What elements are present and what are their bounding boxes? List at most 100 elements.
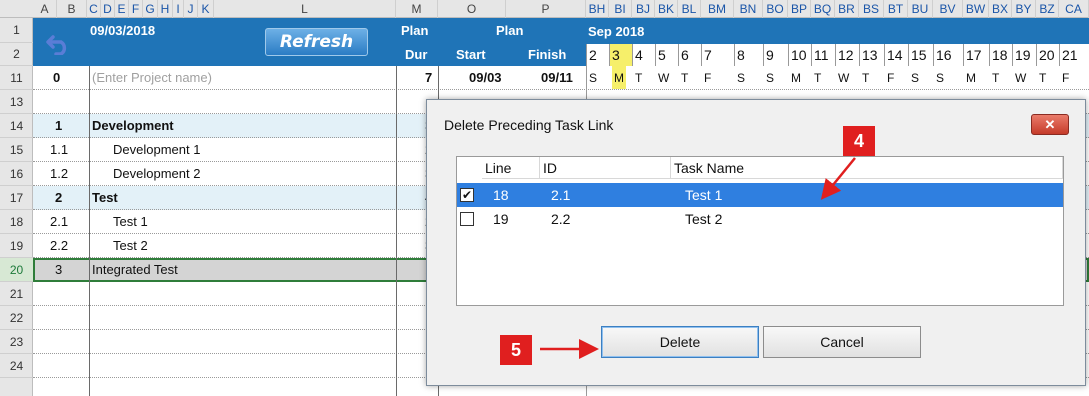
column-header[interactable]: H: [158, 0, 173, 18]
column-header[interactable]: BV: [933, 0, 963, 18]
column-header[interactable]: CA: [1059, 0, 1089, 18]
day-cell: 17: [963, 44, 989, 66]
column-header[interactable]: BI: [609, 0, 632, 18]
checkbox-checked[interactable]: ✔: [460, 188, 474, 202]
day-cell: 13: [859, 44, 884, 66]
task-name[interactable]: Integrated Test: [92, 260, 392, 280]
day-letter: T: [814, 71, 822, 85]
row-header[interactable]: 19: [0, 234, 33, 258]
column-header[interactable]: D: [101, 0, 115, 18]
list-header-id[interactable]: ID: [540, 157, 671, 179]
day-letter: T: [992, 71, 1000, 85]
list-line: 18: [493, 187, 509, 203]
row-header[interactable]: 22: [0, 306, 33, 330]
plan-label: Plan: [496, 23, 524, 38]
row-header[interactable]: 13: [0, 90, 33, 114]
column-header[interactable]: BU: [908, 0, 933, 18]
list-item-selected[interactable]: ✔ 18 2.1 Test 1: [457, 183, 1063, 207]
task-name[interactable]: Test 2: [113, 234, 413, 257]
row-header[interactable]: 21: [0, 282, 33, 306]
plan-dur-label-bottom: Dur: [405, 47, 428, 62]
task-name[interactable]: Test 1: [113, 210, 413, 233]
row-header-selected[interactable]: 20: [0, 258, 33, 282]
column-header[interactable]: BR: [835, 0, 859, 18]
column-header[interactable]: BQ: [811, 0, 835, 18]
column-header[interactable]: BX: [989, 0, 1012, 18]
row-header[interactable]: 1: [0, 18, 33, 43]
column-header[interactable]: M: [396, 0, 438, 18]
list-line: 19: [493, 211, 509, 227]
column-header[interactable]: BH: [586, 0, 609, 18]
row-header[interactable]: 17: [0, 186, 33, 210]
column-header[interactable]: J: [184, 0, 198, 18]
day-letter: F: [1062, 71, 1070, 85]
row-header[interactable]: 24: [0, 354, 33, 378]
day-cell: 20: [1036, 44, 1059, 66]
row-header-column: 1 2 11 13 14 15 16 17 18 19 20 21 22 23 …: [0, 18, 33, 396]
day-letter: F: [704, 71, 712, 85]
project-row[interactable]: 0 (Enter Project name) 7 09/03 09/11 S M…: [33, 66, 1089, 90]
column-header[interactable]: O: [438, 0, 506, 18]
day-cell: 14: [884, 44, 908, 66]
row-header[interactable]: 15: [0, 138, 33, 162]
cancel-button[interactable]: Cancel: [763, 326, 921, 358]
day-cell: 21: [1059, 44, 1089, 66]
schedule-date[interactable]: 09/03/2018: [90, 23, 155, 38]
project-dur: 7: [425, 70, 433, 85]
column-header[interactable]: BO: [763, 0, 788, 18]
day-cell: 19: [1012, 44, 1036, 66]
column-header[interactable]: B: [57, 0, 87, 18]
column-header[interactable]: BJ: [632, 0, 655, 18]
day-cell: 8: [734, 44, 763, 66]
day-cell: 12: [835, 44, 859, 66]
column-header[interactable]: BK: [655, 0, 678, 18]
delete-button[interactable]: Delete: [601, 326, 759, 358]
column-header[interactable]: A: [33, 0, 57, 18]
day-letter: T: [862, 71, 870, 85]
project-start: 09/03: [469, 70, 502, 85]
list-item[interactable]: 19 2.2 Test 2: [457, 207, 1063, 231]
list-task: Test 2: [685, 211, 723, 227]
column-header[interactable]: G: [143, 0, 158, 18]
column-header[interactable]: BY: [1012, 0, 1036, 18]
row-header[interactable]: 16: [0, 162, 33, 186]
link-listbox[interactable]: Line ID Task Name ✔ 18 2.1 Test 1 19 2.2…: [456, 156, 1064, 306]
list-header-task[interactable]: Task Name: [671, 157, 1063, 179]
column-header[interactable]: BW: [963, 0, 989, 18]
column-header-strip: A B C D E F G H I J K L M O P BH BI BJ B…: [0, 0, 1089, 18]
column-header[interactable]: E: [115, 0, 129, 18]
list-header-line[interactable]: Line: [482, 157, 540, 179]
day-letter: W: [838, 71, 850, 85]
project-name-input[interactable]: (Enter Project name): [92, 66, 342, 89]
task-name[interactable]: Development 2: [113, 162, 413, 185]
undo-icon[interactable]: [46, 31, 72, 55]
column-header[interactable]: BM: [701, 0, 734, 18]
row-header[interactable]: 14: [0, 114, 33, 138]
column-header[interactable]: BZ: [1036, 0, 1059, 18]
row-header[interactable]: 23: [0, 330, 33, 354]
row-header[interactable]: 18: [0, 210, 33, 234]
day-letter: F: [887, 71, 895, 85]
day-letter: W: [658, 71, 670, 85]
column-header[interactable]: P: [506, 0, 586, 18]
column-header[interactable]: F: [129, 0, 143, 18]
column-header[interactable]: C: [87, 0, 101, 18]
task-name[interactable]: Test: [92, 186, 392, 209]
column-header[interactable]: BS: [859, 0, 884, 18]
checkbox-unchecked[interactable]: [460, 212, 474, 226]
task-name[interactable]: Development 1: [113, 138, 413, 161]
column-header[interactable]: BP: [788, 0, 811, 18]
column-header[interactable]: BL: [678, 0, 701, 18]
column-header[interactable]: BN: [734, 0, 763, 18]
column-header[interactable]: I: [173, 0, 184, 18]
close-button[interactable]: ✕: [1031, 114, 1069, 135]
list-task: Test 1: [685, 187, 723, 203]
column-header[interactable]: BT: [884, 0, 908, 18]
column-header[interactable]: K: [198, 0, 214, 18]
refresh-button[interactable]: Refresh: [265, 28, 368, 56]
column-header[interactable]: L: [214, 0, 396, 18]
day-letter: T: [1039, 71, 1047, 85]
row-header[interactable]: 2: [0, 43, 33, 66]
row-header[interactable]: 11: [0, 66, 33, 90]
task-name[interactable]: Development: [92, 114, 392, 137]
